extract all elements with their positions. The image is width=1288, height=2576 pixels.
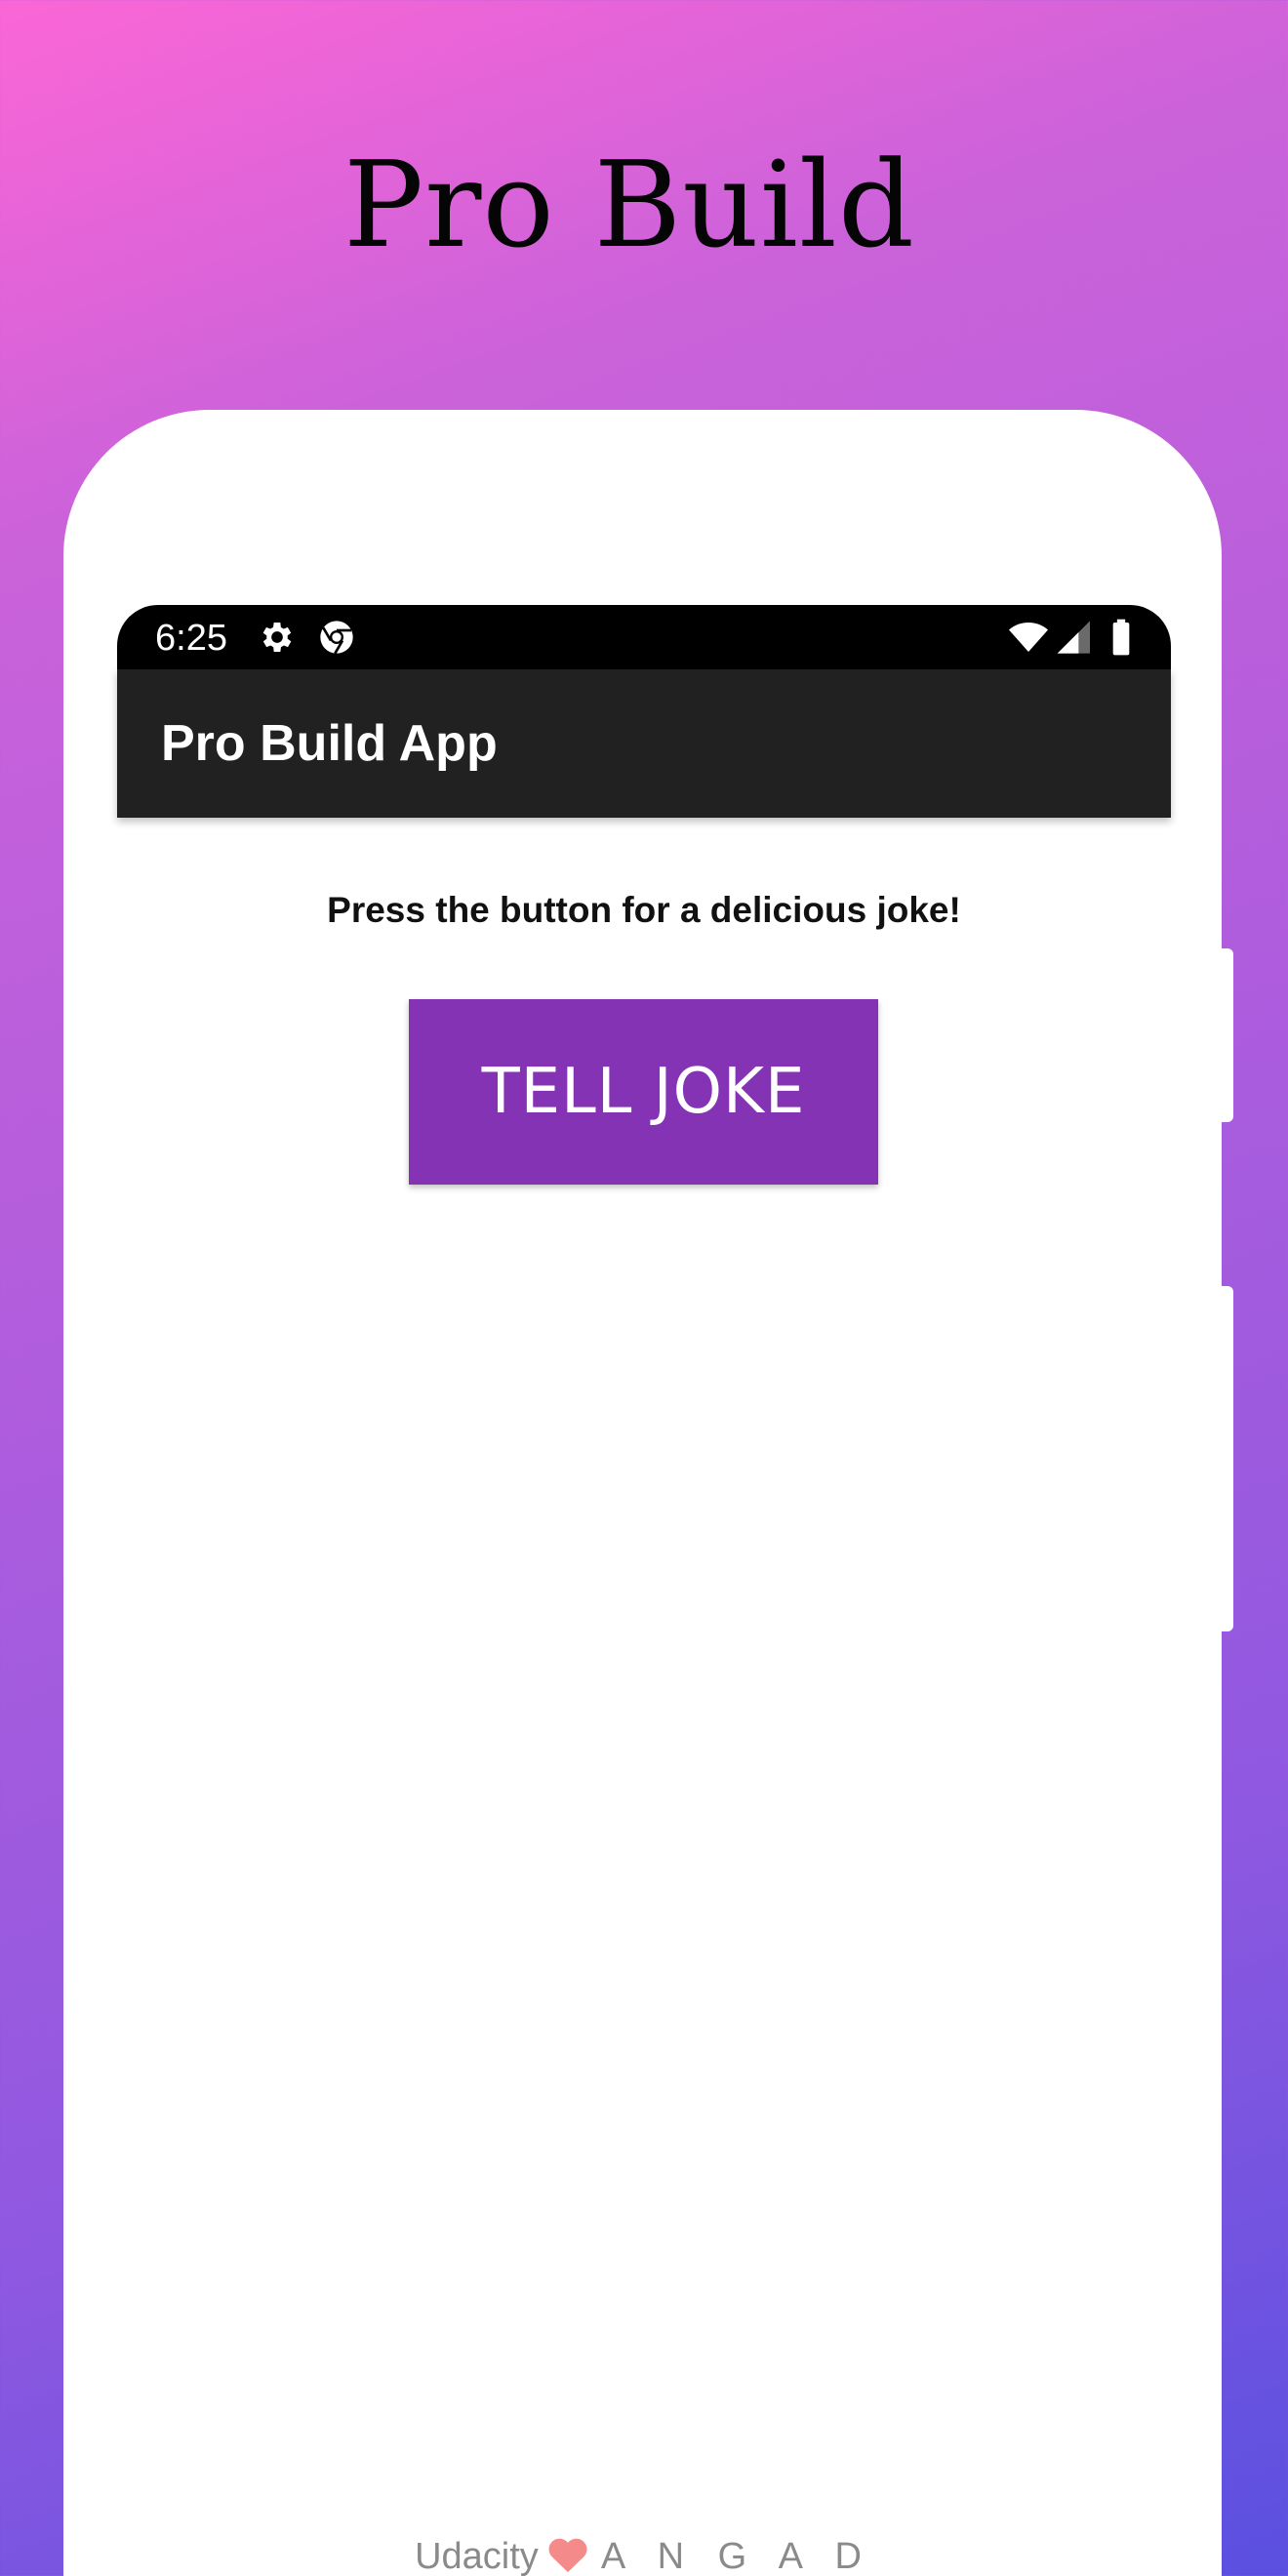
app-title: Pro Build App xyxy=(161,715,498,772)
chrome-icon xyxy=(320,621,353,655)
footer-credit: Udacity A N G A D xyxy=(0,2535,1288,2576)
tell-joke-button[interactable]: TELL JOKE xyxy=(409,999,878,1185)
joke-prompt: Press the button for a delicious joke! xyxy=(327,890,961,930)
footer-left-text: Udacity xyxy=(415,2536,539,2576)
phone-volume-button xyxy=(1220,1286,1233,1631)
footer-signature: A N G A D xyxy=(600,2536,873,2576)
heart-icon xyxy=(548,2538,587,2573)
app-bar: Pro Build App xyxy=(117,669,1171,818)
wifi-icon xyxy=(1009,623,1048,652)
status-bar: 6:25 xyxy=(117,605,1171,669)
cell-signal-icon xyxy=(1057,621,1090,654)
phone-power-button xyxy=(1220,948,1233,1122)
battery-icon xyxy=(1112,619,1130,656)
status-time: 6:25 xyxy=(155,618,227,659)
settings-gear-icon xyxy=(262,623,292,652)
app-screen: 6:25 Pro Build App Press the button for … xyxy=(117,605,1171,2576)
hero-title: Pro Build xyxy=(343,136,915,274)
